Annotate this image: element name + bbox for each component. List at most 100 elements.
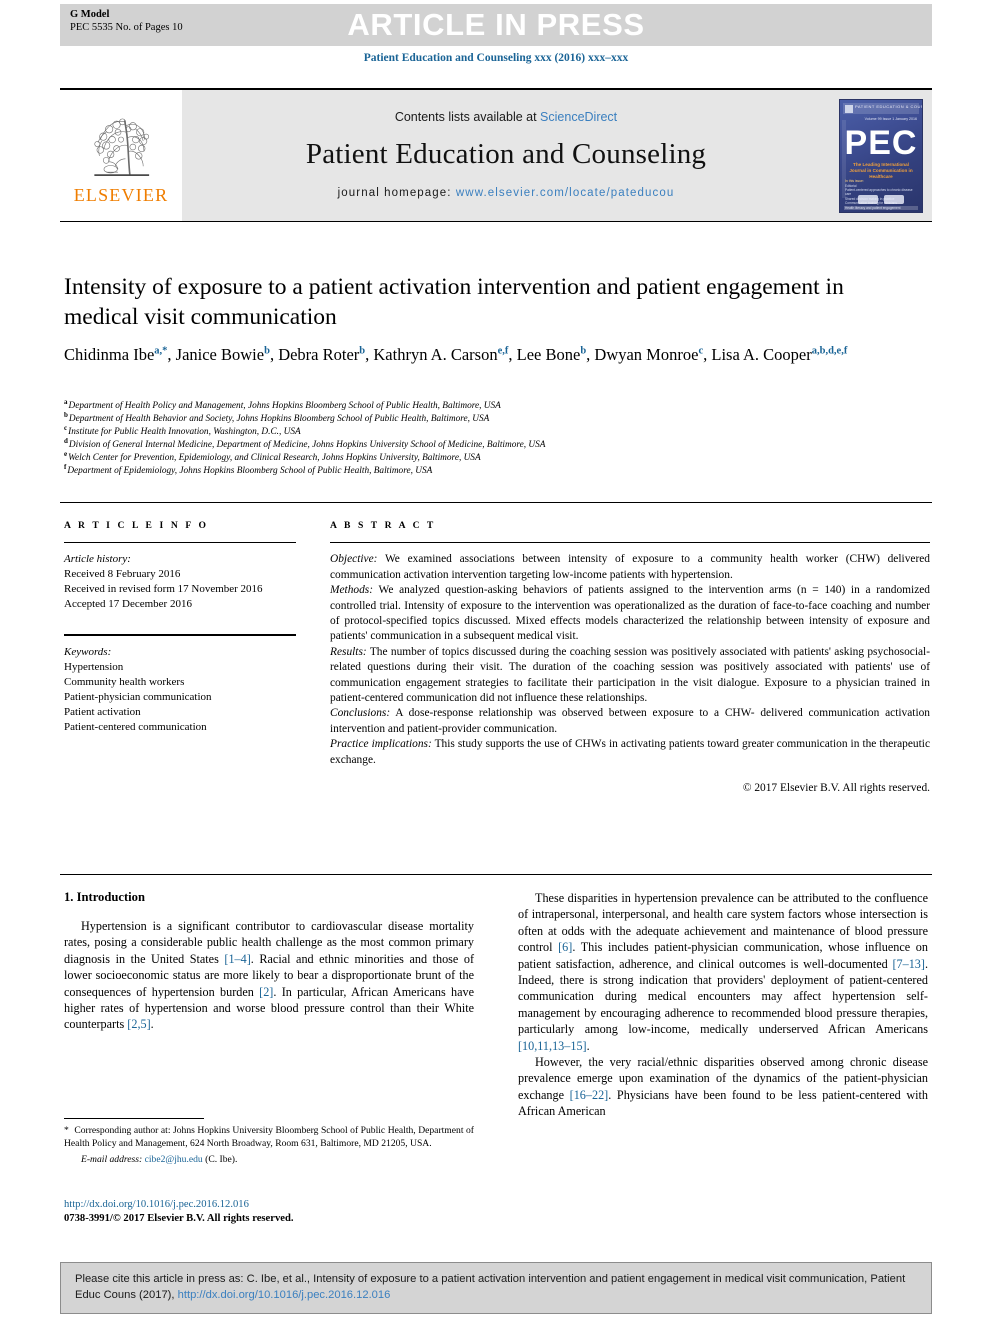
homepage-label: journal homepage: — [337, 187, 452, 199]
citation-link[interactable]: [1–4] — [224, 952, 250, 966]
contents-list-line: Contents lists available at ScienceDirec… — [395, 110, 617, 124]
affiliation-marker: c — [64, 424, 68, 433]
elsevier-tree-icon — [94, 118, 150, 176]
article-in-press-banner: ARTICLE IN PRESS — [60, 4, 932, 46]
citation-link[interactable]: [10,11,13–15] — [518, 1039, 587, 1053]
affiliation-item: dDivision of General Internal Medicine, … — [64, 437, 924, 452]
info-block-top-rule — [60, 502, 932, 503]
abstract-copyright: © 2017 Elsevier B.V. All rights reserved… — [742, 782, 930, 795]
author-name[interactable]: Dwyan Monroe — [594, 345, 698, 364]
abstract-results-label: Results: — [330, 645, 367, 658]
article-history-label: Article history: — [64, 553, 131, 566]
affiliation-item: fDepartment of Epidemiology, Johns Hopki… — [64, 464, 924, 478]
masthead-center: Contents lists available at ScienceDirec… — [182, 90, 830, 221]
author-name[interactable]: Janice Bowie — [176, 345, 264, 364]
journal-homepage-line: journal homepage: www.elsevier.com/locat… — [338, 187, 675, 199]
abstract-methods-text: We analyzed question-asking behaviors of… — [330, 584, 930, 643]
cover-footer-bar — [844, 205, 918, 210]
article-history-item: Received 8 February 2016 — [64, 568, 181, 581]
body-column-left: 1. Introduction Hypertension is a signif… — [64, 890, 474, 1033]
abstract-objective-label: Objective: — [330, 553, 378, 566]
author-name[interactable]: Lisa A. Cooper — [711, 345, 811, 364]
page-title: Intensity of exposure to a patient activ… — [64, 274, 844, 330]
cover-society-logo-icon — [858, 194, 878, 204]
sciencedirect-link[interactable]: ScienceDirect — [540, 110, 617, 124]
journal-masthead: ELSEVIER Contents lists available at Sci… — [60, 88, 932, 222]
affiliation-text: Division of General Internal Medicine, D… — [68, 440, 546, 451]
citation-link[interactable]: [7–13] — [892, 957, 925, 971]
author-name[interactable]: Chidinma Ibe — [64, 345, 154, 364]
cover-header-text: PATIENT EDUCATION & COUNSELING — [855, 103, 922, 109]
keyword-item: Patient-physician communication — [64, 690, 212, 703]
journal-cover-container: PATIENT EDUCATION & COUNSELING Volume 99… — [830, 90, 932, 221]
intro-p1-text-d: . — [150, 1017, 154, 1032]
contents-prefix: Contents lists available at — [394, 110, 541, 124]
affiliation-item: cInstitute for Public Health Innovation,… — [64, 424, 924, 439]
affiliation-list: aDepartment of Health Policy and Managem… — [64, 398, 924, 479]
homepage-url-link[interactable]: www.elsevier.com/locate/pateducou — [456, 187, 674, 199]
cite-this-article-box: Please cite this article in press as: C.… — [60, 1262, 932, 1314]
intro-p2-text-d: . — [586, 1038, 590, 1053]
abstract-conclusions: Conclusions: A dose-response relationshi… — [330, 706, 930, 737]
intro-p2-text-b: . This includes patient-physician commun… — [518, 940, 928, 971]
elsevier-logo: ELSEVIER — [60, 90, 182, 221]
author-affiliation-marker: b — [580, 345, 587, 357]
affiliation-marker: d — [64, 437, 68, 446]
journal-reference-line: Patient Education and Counseling xxx (20… — [363, 52, 629, 64]
keyword-item: Community health workers — [64, 675, 185, 688]
journal-cover-thumbnail: PATIENT EDUCATION & COUNSELING Volume 99… — [839, 98, 923, 213]
cover-acronym: PEC — [844, 123, 918, 162]
affiliation-item: bDepartment of Health Behavior and Socie… — [64, 412, 924, 426]
abstract-methods-label: Methods: — [330, 584, 374, 597]
abstract-objective-text: We examined associations between intensi… — [330, 553, 930, 581]
corresponding-author-footnote: * Corresponding author at: Johns Hopkins… — [64, 1124, 474, 1166]
citation-link[interactable]: [6] — [558, 940, 572, 954]
body-column-right: These disparities in hypertension preval… — [518, 890, 928, 1120]
affiliation-text: Department of Epidemiology, Johns Hopkin… — [67, 466, 433, 477]
abstract-column: A B S T R A C T Objective: We examined a… — [330, 520, 930, 796]
author-affiliation-marker: b — [264, 345, 270, 357]
article-history-item: Received in revised form 17 November 201… — [64, 583, 263, 596]
abstract-conclusions-label: Conclusions: — [330, 707, 391, 720]
email-suffix: (C. Ibe). — [202, 1153, 238, 1165]
author-list: Chidinma Ibea,*, Janice Bowieb, Debra Ro… — [64, 345, 848, 364]
citation-link[interactable]: [2] — [259, 985, 273, 999]
abstract-results: Results: The number of topics discussed … — [330, 645, 930, 707]
keywords-block: Keywords: Hypertension Community health … — [64, 634, 296, 734]
intro-paragraph-1: Hypertension is a significant contributo… — [64, 918, 474, 1033]
email-address-label: E-mail address: — [81, 1153, 143, 1165]
pec-pages-label: PEC 5535 No. of Pages 10 — [70, 22, 183, 33]
affiliation-text: Institute for Public Health Innovation, … — [68, 427, 301, 438]
intro-paragraph-2: These disparities in hypertension preval… — [518, 890, 928, 1054]
doi-block: http://dx.doi.org/10.1016/j.pec.2016.12.… — [64, 1198, 484, 1227]
keywords-label: Keywords: — [64, 645, 112, 658]
abstract-heading: A B S T R A C T — [330, 520, 436, 531]
abstract-objective: Objective: We examined associations betw… — [330, 552, 930, 583]
keywords-rule — [64, 634, 296, 636]
author-affiliation-marker: c — [698, 345, 704, 357]
keyword-item: Patient activation — [64, 705, 141, 718]
keyword-item: Patient-centered communication — [64, 720, 207, 733]
journal-title: Patient Education and Counseling — [305, 138, 707, 170]
cover-society-logos — [840, 194, 922, 204]
cite-doi-link[interactable]: http://dx.doi.org/10.1016/j.pec.2016.12.… — [178, 1289, 391, 1301]
cover-society-logo-icon — [884, 194, 904, 204]
citation-link[interactable]: [2,5] — [127, 1017, 150, 1031]
cover-list-header: In this issue: — [845, 178, 864, 183]
affiliation-marker: e — [64, 450, 68, 459]
citation-link[interactable]: [16–22] — [570, 1088, 609, 1102]
info-block-bottom-rule — [60, 874, 932, 875]
section-heading-introduction: 1. Introduction — [64, 890, 145, 904]
email-link[interactable]: cibe2@jhu.edu — [145, 1154, 203, 1165]
doi-link[interactable]: http://dx.doi.org/10.1016/j.pec.2016.12.… — [64, 1198, 484, 1212]
author-name[interactable]: Debra Roter — [278, 345, 359, 364]
article-in-press-label: ARTICLE IN PRESS — [347, 7, 645, 42]
abstract-practice-label: Practice implications: — [330, 738, 432, 751]
author-affiliation-marker: a,b,d,e,f — [811, 345, 848, 357]
article-info-column: A R T I C L E I N F O Article history: R… — [64, 520, 296, 735]
affiliation-item: eWelch Center for Prevention, Epidemiolo… — [64, 450, 924, 465]
author-name[interactable]: Kathryn A. Carson — [373, 345, 497, 364]
author-name[interactable]: Lee Bone — [517, 345, 581, 364]
article-history-item: Accepted 17 December 2016 — [64, 598, 192, 611]
affiliation-text: Department of Health Behavior and Societ… — [68, 414, 490, 425]
